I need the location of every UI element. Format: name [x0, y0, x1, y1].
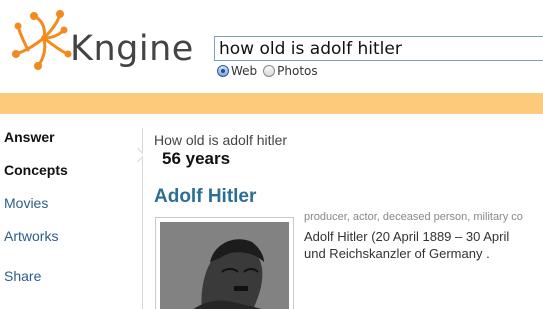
portrait-image	[160, 222, 289, 309]
entity-description: Adolf Hitler (20 April 1889 – 30 April u…	[304, 228, 509, 262]
photos-radio[interactable]	[263, 65, 276, 77]
sidebar-item-artworks[interactable]: Artworks	[4, 227, 58, 245]
web-radio-label[interactable]: Web	[231, 64, 257, 78]
description-line-1: Adolf Hitler (20 April 1889 – 30 April	[304, 229, 510, 244]
portrait-placeholder-icon	[160, 222, 289, 309]
entity-tags: producer, actor, deceased person, milita…	[304, 211, 523, 223]
sidebar-item-concepts[interactable]: Concepts	[4, 161, 68, 179]
accent-bar	[0, 93, 543, 114]
search-type-options: Web Photos	[217, 64, 324, 78]
web-radio[interactable]	[217, 65, 229, 77]
entity-title-link[interactable]: Adolf Hitler	[154, 186, 256, 208]
description-line-2: und Reichskanzler of Germany .	[304, 246, 490, 261]
answer-value: 56 years	[162, 149, 231, 168]
divider-pointer-mask	[143, 148, 149, 162]
sidebar: Answer Concepts Movies Artworks Share	[0, 114, 142, 309]
sidebar-item-share[interactable]: Share	[4, 267, 41, 285]
sidebar-item-answer[interactable]: Answer	[4, 128, 55, 146]
entity-photo[interactable]	[155, 217, 294, 309]
search-input[interactable]	[214, 36, 543, 61]
sidebar-item-movies[interactable]: Movies	[4, 194, 48, 212]
photos-radio-label[interactable]: Photos	[277, 64, 317, 78]
kngine-logo[interactable]: Kngine	[6, 4, 196, 84]
query-echo: How old is adolf hitler	[154, 132, 288, 148]
network-logo-icon	[12, 10, 72, 70]
logo-wordmark: Kngine	[70, 29, 194, 69]
header: Kngine Web Photos	[0, 0, 543, 93]
